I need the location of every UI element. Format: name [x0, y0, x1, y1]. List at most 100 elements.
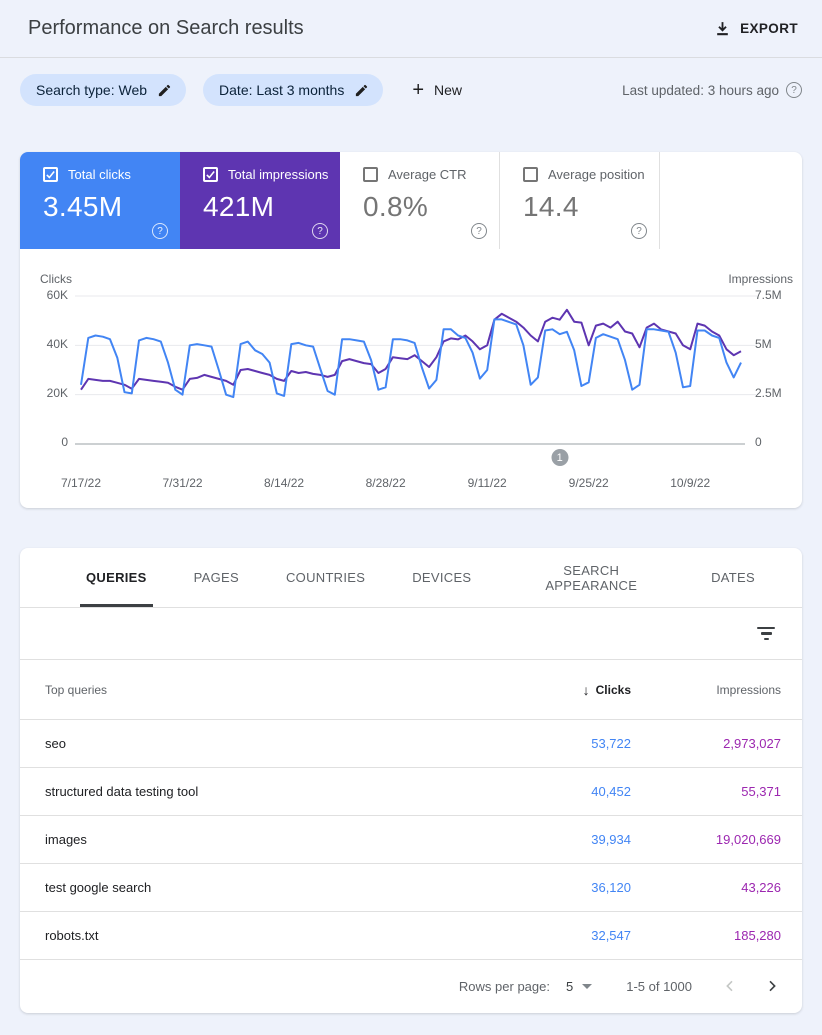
x-axis-tick: 9/25/22: [569, 476, 609, 490]
right-axis-title: Impressions: [728, 272, 793, 286]
metric-value: 14.4: [523, 191, 659, 223]
line-chart-plot: [75, 296, 745, 444]
metric-tile-total-impressions[interactable]: Total impressions 421M ?: [180, 152, 340, 249]
tab-queries[interactable]: QUERIES: [86, 548, 147, 607]
query-cell: images: [45, 832, 481, 847]
metric-value: 0.8%: [363, 191, 499, 223]
filter-icon[interactable]: [757, 627, 775, 641]
metric-label: Total impressions: [228, 167, 328, 182]
query-cell: structured data testing tool: [45, 784, 481, 799]
metric-label: Average CTR: [388, 167, 467, 182]
left-axis-tick: 20K: [20, 386, 68, 401]
query-cell: test google search: [45, 880, 481, 895]
checkbox-unchecked-icon[interactable]: [363, 167, 378, 182]
table-footer: Rows per page: 5 1-5 of 1000: [20, 960, 802, 1012]
metric-help[interactable]: ?: [152, 221, 168, 240]
query-cell: robots.txt: [45, 928, 481, 943]
dropdown-caret-icon[interactable]: [582, 984, 592, 989]
impressions-cell: 185,280: [631, 928, 781, 943]
right-axis-tick: 0: [755, 435, 802, 450]
metric-tiles: Total clicks 3.45M ? Total impressions 4…: [20, 152, 802, 249]
column-header-clicks-label: Clicks: [596, 683, 631, 697]
table-row[interactable]: robots.txt 32,547 185,280: [20, 912, 802, 960]
help-icon: ?: [312, 223, 328, 239]
right-axis-tick: 7.5M: [755, 288, 802, 303]
table-row[interactable]: structured data testing tool 40,452 55,3…: [20, 768, 802, 816]
table-filter-row: [20, 608, 802, 660]
metric-tile-average-ctr[interactable]: Average CTR 0.8% ?: [340, 152, 500, 249]
search-type-chip-label: Search type: Web: [36, 82, 147, 98]
new-filter-label: New: [434, 82, 462, 98]
impressions-cell: 43,226: [631, 880, 781, 895]
previous-page-button[interactable]: [718, 974, 742, 998]
tab-search-appearance[interactable]: SEARCH APPEARANCE: [518, 548, 664, 607]
edit-pencil-icon: [157, 83, 172, 98]
page-title: Performance on Search results: [28, 17, 304, 40]
annotation-marker[interactable]: 1: [551, 449, 568, 466]
dimensions-table-panel: QUERIES PAGES COUNTRIES DEVICES SEARCH A…: [20, 548, 802, 1013]
query-cell: seo: [45, 736, 481, 751]
help-icon: ?: [471, 223, 487, 239]
new-filter-button[interactable]: + New: [412, 80, 462, 100]
column-header-clicks[interactable]: ↓ Clicks: [481, 682, 631, 698]
impressions-cell: 19,020,669: [631, 832, 781, 847]
x-axis-tick: 10/9/22: [670, 476, 710, 490]
left-axis-tick: 0: [20, 435, 68, 450]
last-updated-text: Last updated: 3 hours ago: [622, 83, 779, 98]
checkbox-checked-icon[interactable]: [43, 167, 58, 182]
table-row[interactable]: test google search 36,120 43,226: [20, 864, 802, 912]
plus-icon: +: [412, 80, 424, 100]
rows-per-page-label: Rows per page:: [459, 979, 550, 994]
metric-tile-total-clicks[interactable]: Total clicks 3.45M ?: [20, 152, 180, 249]
chevron-right-icon: [764, 978, 780, 994]
x-axis-tick: 7/17/22: [61, 476, 101, 490]
clicks-cell: 39,934: [481, 832, 631, 847]
page-header: Performance on Search results EXPORT: [0, 0, 822, 58]
column-header-top-queries[interactable]: Top queries: [45, 683, 481, 697]
performance-chart-panel: Total clicks 3.45M ? Total impressions 4…: [20, 152, 802, 508]
date-range-chip-label: Date: Last 3 months: [219, 82, 344, 98]
metric-help[interactable]: ?: [631, 221, 647, 240]
left-axis-tick: 40K: [20, 337, 68, 352]
table-row[interactable]: seo 53,722 2,973,027: [20, 720, 802, 768]
x-axis-tick: 7/31/22: [163, 476, 203, 490]
clicks-cell: 40,452: [481, 784, 631, 799]
metric-label: Total clicks: [68, 167, 131, 182]
tab-dates[interactable]: DATES: [711, 548, 755, 607]
checkbox-unchecked-icon[interactable]: [523, 167, 538, 182]
rows-per-page-value[interactable]: 5: [566, 979, 573, 994]
metric-value: 3.45M: [43, 191, 180, 223]
search-type-chip[interactable]: Search type: Web: [20, 74, 186, 106]
export-label: EXPORT: [740, 21, 798, 36]
tab-countries[interactable]: COUNTRIES: [286, 548, 365, 607]
next-page-button[interactable]: [760, 974, 784, 998]
left-axis-tick: 60K: [20, 288, 68, 303]
right-axis-tick: 2.5M: [755, 386, 802, 401]
last-updated: Last updated: 3 hours ago ?: [622, 82, 802, 98]
date-range-chip[interactable]: Date: Last 3 months: [203, 74, 383, 106]
clicks-cell: 36,120: [481, 880, 631, 895]
column-header-impressions[interactable]: Impressions: [631, 683, 781, 697]
impressions-cell: 2,973,027: [631, 736, 781, 751]
filter-bar: Search type: Web Date: Last 3 months + N…: [20, 74, 802, 106]
pagination-range: 1-5 of 1000: [626, 979, 692, 994]
sort-desc-icon: ↓: [583, 682, 590, 698]
help-icon[interactable]: ?: [786, 82, 802, 98]
checkbox-checked-icon[interactable]: [203, 167, 218, 182]
x-axis-tick: 9/11/22: [468, 476, 507, 490]
metric-help[interactable]: ?: [471, 221, 487, 240]
table-row[interactable]: images 39,934 19,020,669: [20, 816, 802, 864]
table-header-row: Top queries ↓ Clicks Impressions: [20, 660, 802, 720]
tab-devices[interactable]: DEVICES: [412, 548, 471, 607]
export-button[interactable]: EXPORT: [714, 20, 798, 37]
clicks-cell: 32,547: [481, 928, 631, 943]
tab-pages[interactable]: PAGES: [194, 548, 239, 607]
help-icon: ?: [631, 223, 647, 239]
right-axis-tick: 5M: [755, 337, 802, 352]
edit-pencil-icon: [354, 83, 369, 98]
metric-tile-average-position[interactable]: Average position 14.4 ?: [500, 152, 660, 249]
metric-value: 421M: [203, 191, 340, 223]
x-axis-tick: 8/14/22: [264, 476, 304, 490]
time-series-chart[interactable]: Clicks Impressions 60K 40K 20K 0 7.5M 5M…: [20, 249, 802, 508]
metric-help[interactable]: ?: [312, 221, 328, 240]
